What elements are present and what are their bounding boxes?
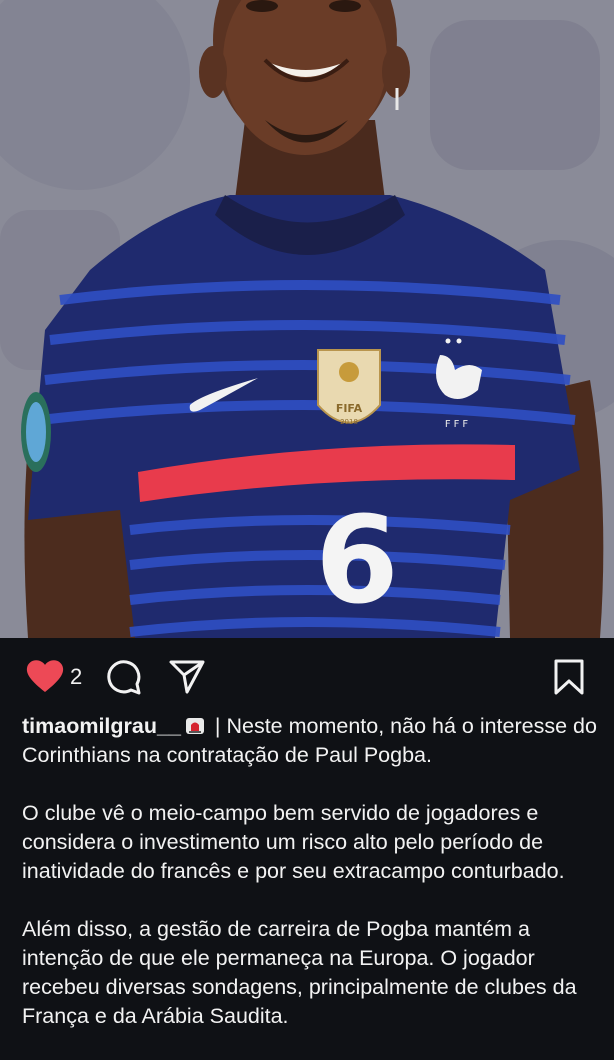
fifa-badge-year: 2018 [340,418,358,426]
like-count[interactable]: 2 [70,664,82,690]
caption-paragraph-3: Além disso, a gestão de carreira de Pogb… [22,917,577,1028]
share-button[interactable] [168,658,206,696]
heart-icon [26,660,64,692]
fff-crest-text: FFF [445,419,471,430]
bookmark-icon [554,659,584,695]
share-icon [169,660,205,694]
comment-button[interactable] [104,658,142,696]
fifa-badge-text: FIFA [336,402,363,415]
save-button[interactable] [550,658,588,696]
caption-paragraph-2: O clube vê o meio-campo bem servido de j… [22,801,565,883]
post-actions-bar: 2 [0,638,614,716]
like-button[interactable] [25,658,65,694]
post-photo[interactable]: 6 FIFA 2018 FFF [0,0,614,638]
caption-username[interactable]: timaomilgrau__ [22,714,181,738]
post-caption: timaomilgrau__ | Neste momento, não há o… [22,712,602,1060]
caption-paragraph-1: timaomilgrau__ | Neste momento, não há o… [22,712,602,770]
comment-icon [107,660,141,695]
player-illustration: 6 FIFA 2018 FFF [0,0,614,638]
jersey-number: 6 [315,492,399,631]
rotating-light-icon [185,715,205,735]
